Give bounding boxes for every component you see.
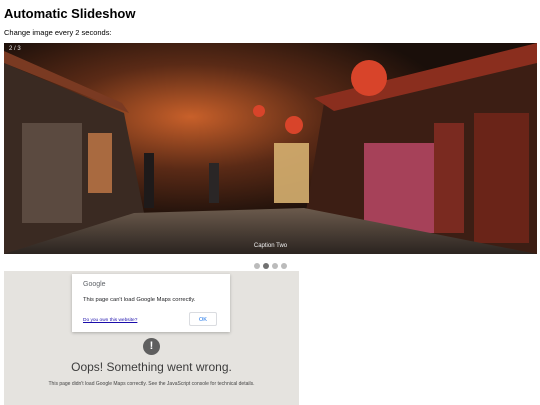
error-icon: ! — [143, 338, 160, 355]
slide-dot-2[interactable] — [262, 263, 269, 269]
map-panel: Google This page can't load Google Maps … — [4, 271, 299, 405]
error-detail: This page didn't load Google Maps correc… — [48, 381, 255, 387]
maps-error-dialog: Google This page can't load Google Maps … — [72, 274, 230, 332]
own-website-link[interactable]: Do you own this website? — [83, 318, 137, 323]
page-subtitle: Change image every 2 seconds: — [4, 28, 112, 37]
slide-image — [4, 43, 537, 254]
google-logo: Google — [83, 281, 106, 288]
dialog-message: This page can't load Google Maps correct… — [83, 297, 196, 303]
slide-dots — [252, 263, 288, 269]
slideshow: 2 / 3 Caption Two — [4, 43, 537, 254]
slide-dot-4[interactable] — [280, 263, 287, 269]
slide-caption: Caption Two — [253, 243, 288, 249]
error-title: Oops! Something went wrong. — [71, 360, 232, 374]
slide-number: 2 / 3 — [9, 46, 21, 52]
ok-button[interactable]: OK — [189, 312, 217, 326]
slide-dot-3[interactable] — [271, 263, 278, 269]
page-title: Automatic Slideshow — [4, 6, 136, 21]
slide-dot-1[interactable] — [253, 263, 260, 269]
